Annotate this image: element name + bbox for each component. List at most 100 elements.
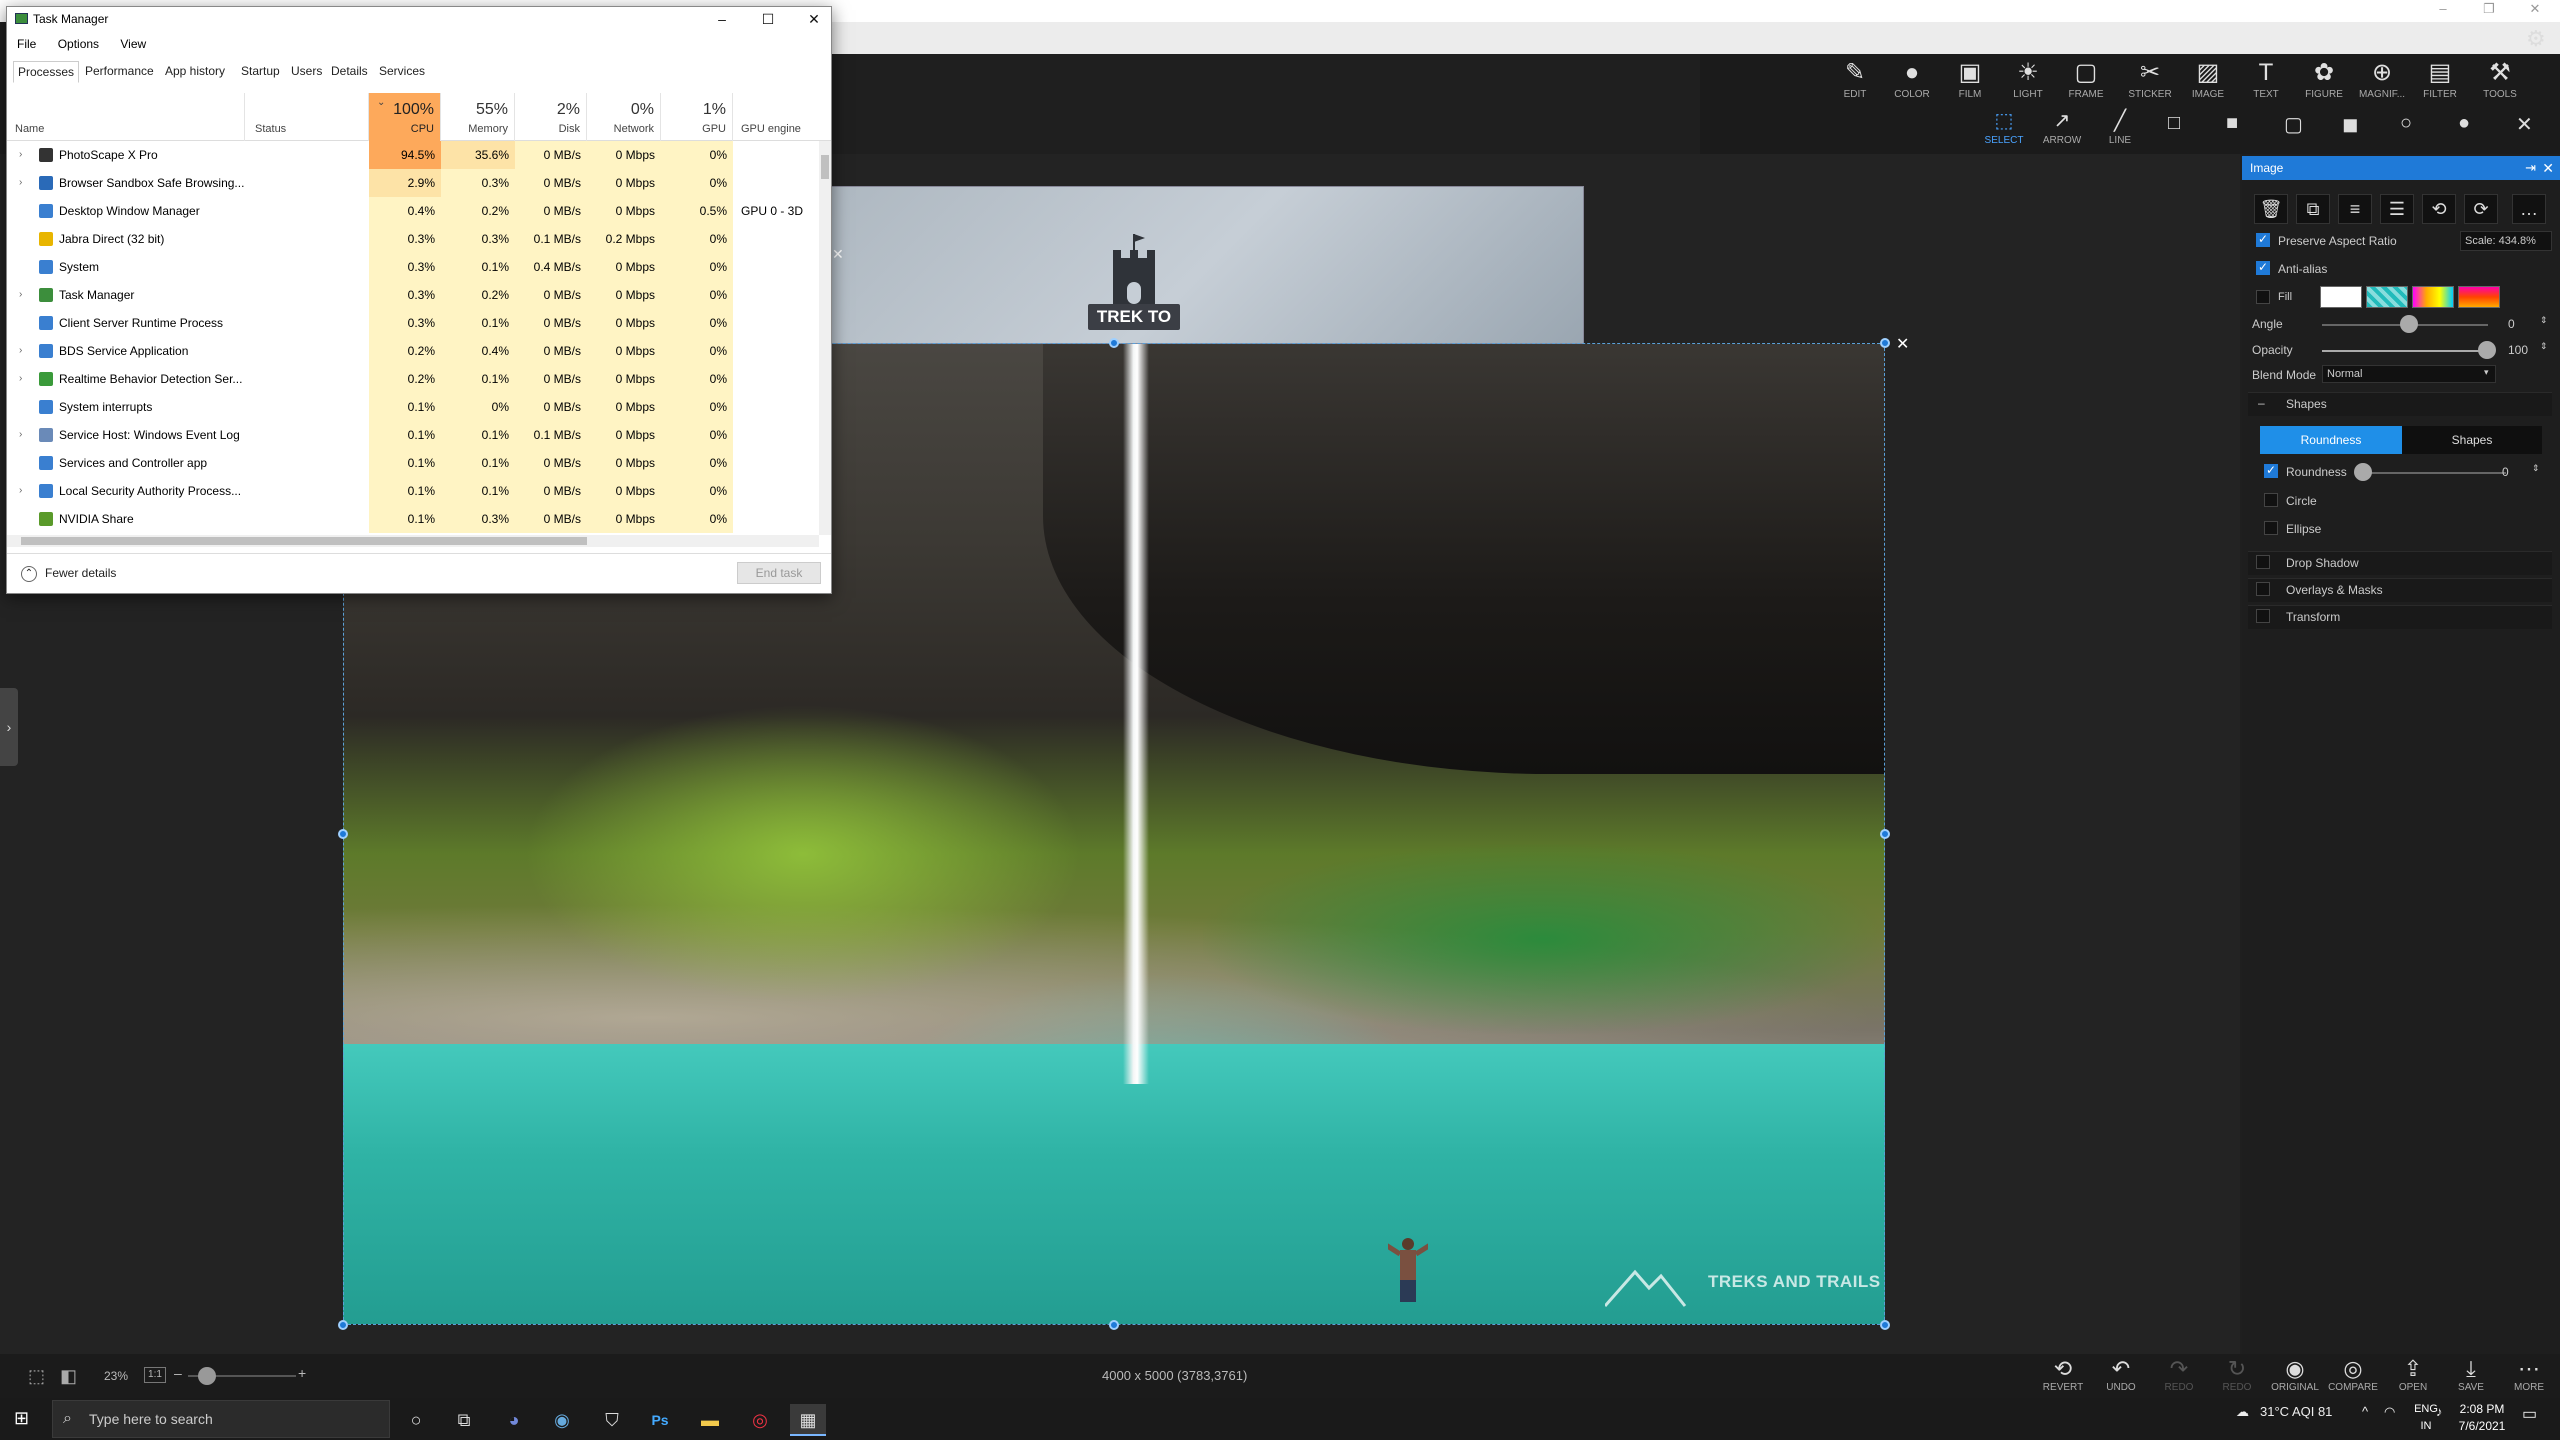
antialias-checkbox[interactable]: [2256, 260, 2270, 275]
zoom-slider-knob[interactable]: [198, 1367, 216, 1385]
toolbar-light-button[interactable]: ☀ LIGHT: [2000, 58, 2056, 102]
drop-shadow-checkbox[interactable]: [2256, 555, 2270, 569]
table-row[interactable]: › Realtime Behavior Detection Ser... 0.2% 0…: [7, 365, 819, 393]
panel-tool-icon[interactable]: ⟳: [2464, 194, 2498, 224]
settings-gear-icon[interactable]: ⚙: [2526, 26, 2546, 52]
toolbar-image-button[interactable]: ▨ IMAGE: [2180, 58, 2236, 102]
tray-chevron-icon[interactable]: ^: [2362, 1404, 2368, 1419]
taskbar-clock[interactable]: 2:08 PM 7/6/2021: [2452, 1401, 2512, 1435]
swatch-gradient-warm[interactable]: [2458, 286, 2500, 308]
shape-option-icon[interactable]: ◼: [2342, 112, 2359, 137]
toolbar-sticker-button[interactable]: ✂ STICKER: [2122, 58, 2178, 102]
col-gpu[interactable]: 1% GPU: [661, 93, 733, 141]
bottom-redo-button[interactable]: ↻ REDO: [2209, 1356, 2265, 1393]
bottom-original-button[interactable]: ◉ ORIGINAL: [2267, 1356, 2323, 1393]
col-gpu-engine[interactable]: GPU engine: [733, 93, 831, 141]
fill-checkbox[interactable]: [2256, 290, 2270, 304]
subtool-line-button[interactable]: ╱ LINE: [2092, 108, 2148, 148]
table-row[interactable]: › Local Security Authority Process... 0.1%…: [7, 477, 819, 505]
shape-option-icon[interactable]: ○: [2400, 112, 2412, 135]
roundness-value[interactable]: 0: [2502, 465, 2509, 479]
panel-tool-icon[interactable]: …: [2512, 194, 2546, 224]
handle-t[interactable]: [1109, 338, 1119, 348]
bottom-more-button[interactable]: ⋯ MORE: [2501, 1356, 2557, 1393]
volume-icon[interactable]: ♪: [2436, 1404, 2443, 1419]
weather-icon[interactable]: ☁: [2236, 1404, 2249, 1420]
selection-close-icon[interactable]: ✕: [1896, 334, 1909, 354]
photoscape-taskbar-icon[interactable]: ▦: [790, 1404, 826, 1436]
col-memory[interactable]: 55% Memory: [441, 93, 515, 141]
horizontal-scroll-thumb[interactable]: [21, 537, 587, 545]
panel-close-icon[interactable]: ✕: [2542, 156, 2554, 180]
bottom-revert-button[interactable]: ⟲ REVERT: [2035, 1356, 2091, 1393]
ratio-button[interactable]: 1:1: [144, 1367, 166, 1383]
table-row[interactable]: NVIDIA Share 0.1% 0.3% 0 MB/s 0 Mbps 0%: [7, 505, 819, 533]
toolbar-filter-button[interactable]: ▤ FILTER: [2412, 58, 2468, 102]
end-task-button[interactable]: End task: [737, 562, 821, 584]
table-row[interactable]: › BDS Service Application 0.2% 0.4% 0 MB/s 0 …: [7, 337, 819, 365]
expand-chevron-icon[interactable]: ›: [19, 141, 22, 169]
expand-chevron-icon[interactable]: ›: [19, 477, 22, 505]
subtool-arrow-button[interactable]: ↗ ARROW: [2034, 108, 2090, 148]
panel-tool-icon[interactable]: 🗑: [2254, 194, 2288, 224]
col-network[interactable]: 0% Network: [587, 93, 661, 141]
toolbar-magnif-button[interactable]: ⊕ MAGNIF...: [2354, 58, 2410, 102]
fit-icon[interactable]: ⬚: [28, 1366, 45, 1387]
expand-chevron-icon[interactable]: ›: [19, 281, 22, 309]
bottom-redo-button[interactable]: ↷ REDO: [2151, 1356, 2207, 1393]
panel-tool-icon[interactable]: ⟲: [2422, 194, 2456, 224]
collapse-icon[interactable]: –: [2258, 396, 2265, 410]
tab-app-history[interactable]: App history: [161, 61, 229, 83]
handle-br[interactable]: [1880, 1320, 1890, 1330]
bottom-save-button[interactable]: ⤓ SAVE: [2443, 1356, 2499, 1393]
expand-chevron-icon[interactable]: ›: [19, 365, 22, 393]
sticker-text[interactable]: TREK TO: [1088, 304, 1180, 330]
table-row[interactable]: Services and Controller app 0.1% 0.1% 0 MB/…: [7, 449, 819, 477]
expand-chevron-icon[interactable]: ›: [19, 169, 22, 197]
toolbar-frame-button[interactable]: ▢ FRAME: [2058, 58, 2114, 102]
angle-knob[interactable]: [2400, 315, 2418, 333]
menu-file[interactable]: File: [17, 37, 36, 51]
file-explorer-icon[interactable]: ▬: [692, 1404, 728, 1436]
preserve-aspect-checkbox[interactable]: [2256, 232, 2270, 247]
discord-icon[interactable]: ◕: [496, 1404, 532, 1436]
table-row[interactable]: Jabra Direct (32 bit) 0.3% 0.3% 0.1 MB/s 0.2…: [7, 225, 819, 253]
table-row[interactable]: Desktop Window Manager 0.4% 0.2% 0 MB/s 0 Mb…: [7, 197, 819, 225]
swatch-gradient[interactable]: [2412, 286, 2454, 308]
tab-users[interactable]: Users: [287, 61, 326, 83]
weather-text[interactable]: 31°C AQI 81: [2260, 1404, 2332, 1419]
ellipse-checkbox[interactable]: [2264, 521, 2278, 535]
windows-start-icon[interactable]: ⊞: [14, 1408, 29, 1429]
table-row[interactable]: › PhotoScape X Pro 94.5% 35.6% 0 MB/s 0 Mbps 0…: [7, 141, 819, 169]
vertical-scrollbar[interactable]: [819, 141, 831, 535]
tab-startup[interactable]: Startup: [237, 61, 284, 83]
panel-tool-icon[interactable]: ☰: [2380, 194, 2414, 224]
taskbar-search[interactable]: ⌕ Type here to search: [52, 1400, 390, 1438]
maximize-icon[interactable]: ❐: [2466, 0, 2512, 22]
panel-tool-icon[interactable]: ≡: [2338, 194, 2372, 224]
table-row[interactable]: › Service Host: Windows Event Log 0.1% 0.1%…: [7, 421, 819, 449]
chevron-down-icon[interactable]: ▾: [2484, 367, 2489, 378]
chrome-icon[interactable]: ◎: [742, 1404, 778, 1436]
roundness-stepper-icon[interactable]: ⇕: [2532, 463, 2540, 474]
blend-select[interactable]: Normal: [2322, 365, 2496, 383]
expand-left-panel-icon[interactable]: ›: [0, 688, 18, 766]
toolbar-edit-button[interactable]: ✎ EDIT: [1827, 58, 1883, 102]
photoshop-icon[interactable]: Ps: [642, 1404, 678, 1436]
shape-option-icon[interactable]: □: [2168, 112, 2180, 135]
bottom-compare-button[interactable]: ◎ COMPARE: [2325, 1356, 2381, 1393]
tab-details[interactable]: Details: [327, 61, 372, 83]
col-name[interactable]: Name: [7, 93, 245, 141]
toolbar-text-button[interactable]: T TEXT: [2238, 58, 2294, 102]
opacity-stepper-icon[interactable]: ⇕: [2540, 341, 2548, 352]
close-icon[interactable]: ✕: [2512, 0, 2558, 22]
sticker-image[interactable]: [830, 186, 1584, 344]
tm-minimize-icon[interactable]: –: [699, 7, 745, 31]
table-row[interactable]: › Task Manager 0.3% 0.2% 0 MB/s 0 Mbps 0%: [7, 281, 819, 309]
handle-bl[interactable]: [338, 1320, 348, 1330]
menu-options[interactable]: Options: [58, 37, 99, 51]
swatch-pattern[interactable]: [2366, 286, 2408, 308]
wifi-icon[interactable]: ◠: [2384, 1404, 2395, 1420]
expand-chevron-icon[interactable]: ›: [19, 421, 22, 449]
pin-icon[interactable]: ⇥: [2525, 156, 2536, 180]
